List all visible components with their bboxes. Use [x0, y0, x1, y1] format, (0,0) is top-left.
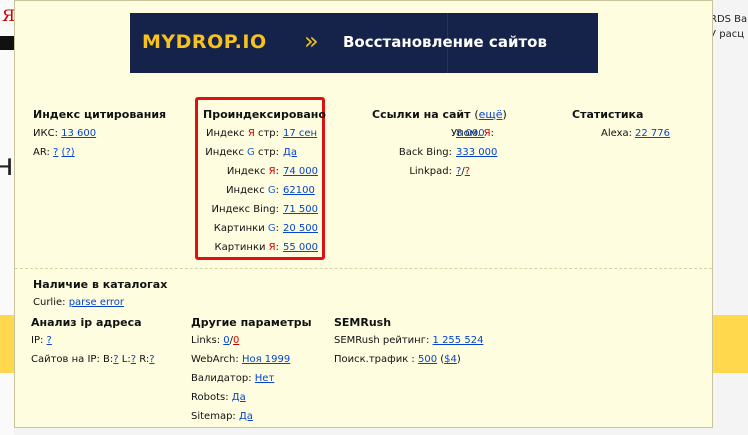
- sitemap-row: Sitemap: Да: [191, 411, 253, 422]
- robots-row: Robots: Да: [191, 392, 246, 403]
- search-traffic-row: Поиск.трафик : 500 ($4): [334, 354, 461, 365]
- backbing-label: Back Bing:: [398, 147, 452, 158]
- links-title: Ссылки на сайт (ещё): [372, 108, 507, 121]
- semrush-rating-link[interactable]: 1 255 524: [433, 335, 484, 346]
- traffic-cost-link[interactable]: $4: [444, 354, 457, 365]
- webarch-row: WebArch: Ноя 1999: [191, 354, 291, 365]
- page-right-text: RDS Ba У расц: [710, 14, 748, 40]
- curlie-row: Curlie: parse error: [33, 297, 125, 308]
- validator-value-link[interactable]: Нет: [255, 373, 275, 384]
- indexed-row-label: Индекс G:: [226, 185, 279, 196]
- page-heading-fragment: н: [0, 148, 14, 183]
- section-divider: [15, 268, 712, 270]
- semrush-title: SEMRush: [334, 316, 392, 329]
- sites-on-ip-row: Сайтов на IP: B:? L:? R:?: [31, 354, 155, 365]
- indexed-row-value-link[interactable]: 62100: [283, 185, 315, 196]
- ar-value-link[interactable]: ?: [53, 147, 58, 158]
- links-more-link[interactable]: ещё: [479, 108, 503, 121]
- banner-decoration: [447, 13, 588, 73]
- indexed-row-value-link[interactable]: 20 500: [283, 223, 318, 234]
- catalogs-title: Наличие в каталогах: [33, 278, 168, 291]
- yandex-mark: Я: [483, 128, 491, 139]
- citation-title: Индекс цитирования: [33, 108, 167, 121]
- ip-b-link[interactable]: ?: [113, 354, 118, 365]
- links-count-2[interactable]: 0: [233, 335, 239, 346]
- seo-info-popup: MYDROP.IO » Восстановление сайтов Индекс…: [14, 0, 713, 428]
- indexed-row-value-link[interactable]: 17 сен: [283, 128, 317, 139]
- linkpad-value-2[interactable]: ?: [465, 166, 470, 177]
- links-count-row: Links: 0/0: [191, 335, 240, 346]
- indexed-row-value-link[interactable]: 71 500: [283, 204, 318, 215]
- stats-title: Статистика: [572, 108, 644, 121]
- robots-value-link[interactable]: Да: [232, 392, 246, 403]
- indexed-row-label: Картинки Я:: [214, 242, 279, 253]
- semrush-rating-row: SEMRush рейтинг: 1 255 524: [334, 335, 484, 346]
- curlie-value-link[interactable]: parse error: [69, 297, 124, 308]
- google-mark: G: [267, 223, 276, 234]
- page-dark-block: [0, 36, 14, 50]
- indexed-row-value-link[interactable]: Да: [283, 147, 297, 158]
- linkpad-values: ?/?: [456, 166, 470, 177]
- indexed-title: Проиндексировано: [203, 108, 326, 121]
- indexed-row-label: Индекс G стр:: [205, 147, 279, 158]
- webarch-value-link[interactable]: Ноя 1999: [242, 354, 290, 365]
- yandex-mark: Я: [268, 166, 276, 177]
- ar-paren-link[interactable]: (?): [62, 147, 75, 158]
- alexa-label: Alexa:: [600, 128, 632, 139]
- google-mark: G: [247, 147, 255, 158]
- chevron-right-icon: »: [304, 27, 318, 55]
- linkpad-label: Linkpad:: [409, 166, 452, 177]
- iks-value-link[interactable]: 13 600: [61, 128, 96, 139]
- indexed-row-label: Индекс Я:: [226, 166, 279, 177]
- ar-row: AR: ? (?): [33, 147, 75, 158]
- indexed-highlight-box: [195, 97, 325, 260]
- google-mark: G: [267, 185, 276, 196]
- validator-row: Валидатор: Нет: [191, 373, 275, 384]
- ip-title: Анализ ip адреса: [31, 316, 142, 329]
- ad-banner[interactable]: MYDROP.IO » Восстановление сайтов: [130, 13, 598, 73]
- ip-value-link[interactable]: ?: [47, 335, 52, 346]
- iks-row: ИКС: 13 600: [33, 128, 97, 139]
- yandex-mark: Я: [247, 128, 255, 139]
- indexed-row-label: Индекс Я стр:: [206, 128, 279, 139]
- yandex-mark: Я: [268, 242, 276, 253]
- backbing-value-link[interactable]: 333 000: [456, 147, 497, 158]
- yandex-logo: Я: [2, 6, 15, 25]
- indexed-row-label: Индекс Bing:: [211, 204, 279, 215]
- indexed-row-label: Картинки G:: [213, 223, 279, 234]
- ip-l-link[interactable]: ?: [131, 354, 136, 365]
- other-title: Другие параметры: [191, 316, 312, 329]
- mentions-value-link[interactable]: 8 000: [456, 128, 485, 139]
- search-traffic-link[interactable]: 500: [418, 354, 437, 365]
- indexed-row-value-link[interactable]: 55 000: [283, 242, 318, 253]
- ip-row: IP: ?: [31, 335, 52, 346]
- indexed-row-value-link[interactable]: 74 000: [283, 166, 318, 177]
- banner-brand: MYDROP.IO: [142, 31, 267, 53]
- ip-r-link[interactable]: ?: [149, 354, 154, 365]
- alexa-value-link[interactable]: 22 776: [635, 128, 670, 139]
- sitemap-value-link[interactable]: Да: [239, 411, 253, 422]
